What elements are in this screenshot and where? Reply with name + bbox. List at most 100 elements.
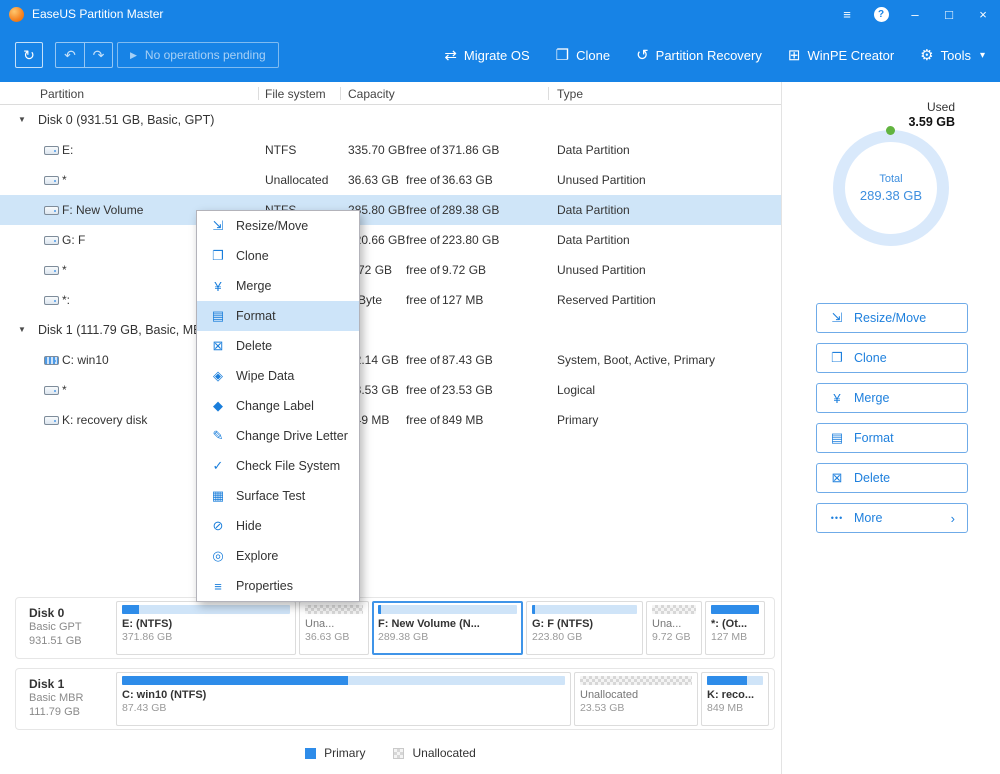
help-button[interactable]: ?	[864, 0, 898, 28]
winpe-creator-button[interactable]: ⊞ WinPE Creator	[788, 46, 894, 64]
minimize-button[interactable]: –	[898, 0, 932, 28]
disk-size: 111.79 GB	[29, 705, 113, 719]
menu-item-merge[interactable]: ¥Merge	[197, 271, 359, 301]
partition-name: E:	[62, 135, 73, 165]
close-button[interactable]: ×	[966, 0, 1000, 28]
clone-button[interactable]: ❐ Clone	[556, 46, 610, 64]
menu-item-surface-test[interactable]: ▦Surface Test	[197, 481, 359, 511]
menu-item-label: Delete	[236, 339, 272, 353]
button-label: Format	[854, 431, 894, 445]
disk-row[interactable]: ▼ Disk 0 (931.51 GB, Basic, GPT)	[0, 105, 781, 135]
segment-size: 289.38 GB	[378, 631, 517, 643]
resize-move-button[interactable]: ⇲Resize/Move	[816, 303, 968, 333]
menu-item-hide[interactable]: ⊘ Hide	[197, 511, 359, 541]
menu-item-clone[interactable]: ❐Clone	[197, 241, 359, 271]
partition-row[interactable]: K: recovery disk 849 MB free of 849 MB P…	[0, 405, 781, 435]
refresh-button[interactable]: ↻	[15, 42, 43, 68]
format-button[interactable]: ▤Format	[816, 423, 968, 453]
capacity-free-of: free of	[406, 135, 440, 165]
tools-button[interactable]: ⚙ Tools ▾	[920, 46, 985, 64]
toolbar: ↻ ↶ ↷ ▶ No operations pending ⇄ Migrate …	[0, 28, 1000, 82]
column-divider	[548, 87, 549, 100]
clone-label: Clone	[576, 48, 610, 63]
menu-item-delete[interactable]: ⊠Delete	[197, 331, 359, 361]
menu-item-check-file-system[interactable]: ✓Check File System	[197, 451, 359, 481]
segment-c[interactable]: C: win10 (NTFS) 87.43 GB	[116, 672, 571, 726]
segment-unallocated[interactable]: Una... 9.72 GB	[646, 601, 702, 655]
capacity-total: 371.86 GB	[442, 135, 499, 165]
partition-row-selected[interactable]: F: New Volume NTFS 285.80 GB free of 289…	[0, 195, 781, 225]
pending-operations-button[interactable]: ▶ No operations pending	[117, 42, 279, 68]
partition-row[interactable]: C: win10 42.14 GB free of 87.43 GB Syste…	[0, 345, 781, 375]
usage-fill	[378, 605, 381, 614]
menu-item-change-label[interactable]: ◆Change Label	[197, 391, 359, 421]
menu-item-change-drive-letter[interactable]: ✎Change Drive Letter	[197, 421, 359, 451]
partition-recovery-button[interactable]: ↺ Partition Recovery	[636, 46, 762, 64]
capacity-total: 87.43 GB	[442, 345, 493, 375]
segment-f-selected[interactable]: F: New Volume (N... 289.38 GB	[372, 601, 523, 655]
disk-map-disk0: Disk 0 Basic GPT 931.51 GB E: (NTFS) 371…	[15, 597, 775, 659]
clone-icon: ❐	[210, 248, 226, 264]
partition-row[interactable]: *: 0 Byte free of 127 MB Reserved Partit…	[0, 285, 781, 315]
hide-icon: ⊘	[210, 518, 226, 534]
segment-k[interactable]: K: reco... 849 MB	[701, 672, 769, 726]
column-partition: Partition	[40, 87, 84, 101]
delete-button[interactable]: ⊠Delete	[816, 463, 968, 493]
menu-item-label: Hide	[236, 519, 262, 533]
usage-fill	[122, 605, 139, 614]
context-menu: ⇲Resize/Move ❐Clone ¥Merge ▤Format ⊠Dele…	[196, 210, 360, 602]
menu-item-wipe-data[interactable]: ◈Wipe Data	[197, 361, 359, 391]
partition-row[interactable]: * Unallocated 36.63 GB free of 36.63 GB …	[0, 165, 781, 195]
menu-item-format[interactable]: ▤Format	[197, 301, 359, 331]
total-value: 289.38 GB	[860, 188, 922, 203]
partition-type: Data Partition	[557, 135, 630, 165]
disk-row[interactable]: ▼ Disk 1 (111.79 GB, Basic, MBR)	[0, 315, 781, 345]
capacity-total: 36.63 GB	[442, 165, 493, 195]
menu-item-label: Merge	[236, 279, 271, 293]
usage-fill	[707, 676, 747, 685]
pencil-icon: ✎	[210, 428, 226, 444]
segment-unallocated[interactable]: Unallocated 23.53 GB	[574, 672, 698, 726]
segment-label: C: win10 (NTFS)	[122, 689, 565, 701]
disk-label: Disk 1 (111.79 GB, Basic, MBR)	[38, 315, 215, 345]
disk-bus: Basic MBR	[29, 691, 113, 705]
segment-label: G: F (NTFS)	[532, 618, 637, 630]
undo-button[interactable]: ↶	[56, 43, 84, 67]
properties-icon: ≡	[210, 579, 226, 594]
segment-e[interactable]: E: (NTFS) 371.86 GB	[116, 601, 296, 655]
segment-g[interactable]: G: F (NTFS) 223.80 GB	[526, 601, 643, 655]
check-icon: ✓	[210, 458, 226, 474]
redo-button[interactable]: ↷	[84, 43, 112, 67]
disk-name: Disk 1	[29, 677, 113, 691]
menu-item-properties[interactable]: ≡Properties	[197, 571, 359, 601]
collapse-arrow-icon[interactable]: ▼	[18, 315, 26, 345]
clone-icon: ❐	[829, 350, 845, 366]
merge-button[interactable]: ¥Merge	[816, 383, 968, 413]
migrate-os-button[interactable]: ⇄ Migrate OS	[444, 46, 529, 64]
partition-row[interactable]: * 9.72 GB free of 9.72 GB Unused Partiti…	[0, 255, 781, 285]
partition-row[interactable]: E: NTFS 335.70 GB free of 371.86 GB Data…	[0, 135, 781, 165]
capacity-total: 127 MB	[442, 285, 483, 315]
more-button[interactable]: •••More›	[816, 503, 968, 533]
clone-button-side[interactable]: ❐Clone	[816, 343, 968, 373]
menu-icon[interactable]: ≡	[830, 0, 864, 28]
menu-item-resize-move[interactable]: ⇲Resize/Move	[197, 211, 359, 241]
drive-icon	[44, 296, 59, 305]
segment-unallocated[interactable]: Una... 36.63 GB	[299, 601, 369, 655]
partition-row[interactable]: G: F 220.66 GB free of 223.80 GB Data Pa…	[0, 225, 781, 255]
segment-size: 87.43 GB	[122, 702, 565, 714]
column-capacity: Capacity	[348, 87, 395, 101]
resize-move-icon: ⇲	[829, 310, 845, 326]
menu-item-explore[interactable]: ◎Explore	[197, 541, 359, 571]
segment-size: 36.63 GB	[305, 631, 363, 643]
collapse-arrow-icon[interactable]: ▼	[18, 105, 26, 135]
maximize-button[interactable]: □	[932, 0, 966, 28]
refresh-icon: ↻	[23, 47, 35, 64]
segment-reserved[interactable]: *: (Ot... 127 MB	[705, 601, 765, 655]
partition-name: K: recovery disk	[62, 405, 147, 435]
disk0-label: Disk 0 Basic GPT 931.51 GB	[16, 598, 113, 658]
partition-row[interactable]: * 23.53 GB free of 23.53 GB Logical	[0, 375, 781, 405]
help-icon: ?	[874, 7, 889, 22]
unallocated-swatch-icon	[393, 748, 404, 759]
capacity-total: 289.38 GB	[442, 195, 499, 225]
